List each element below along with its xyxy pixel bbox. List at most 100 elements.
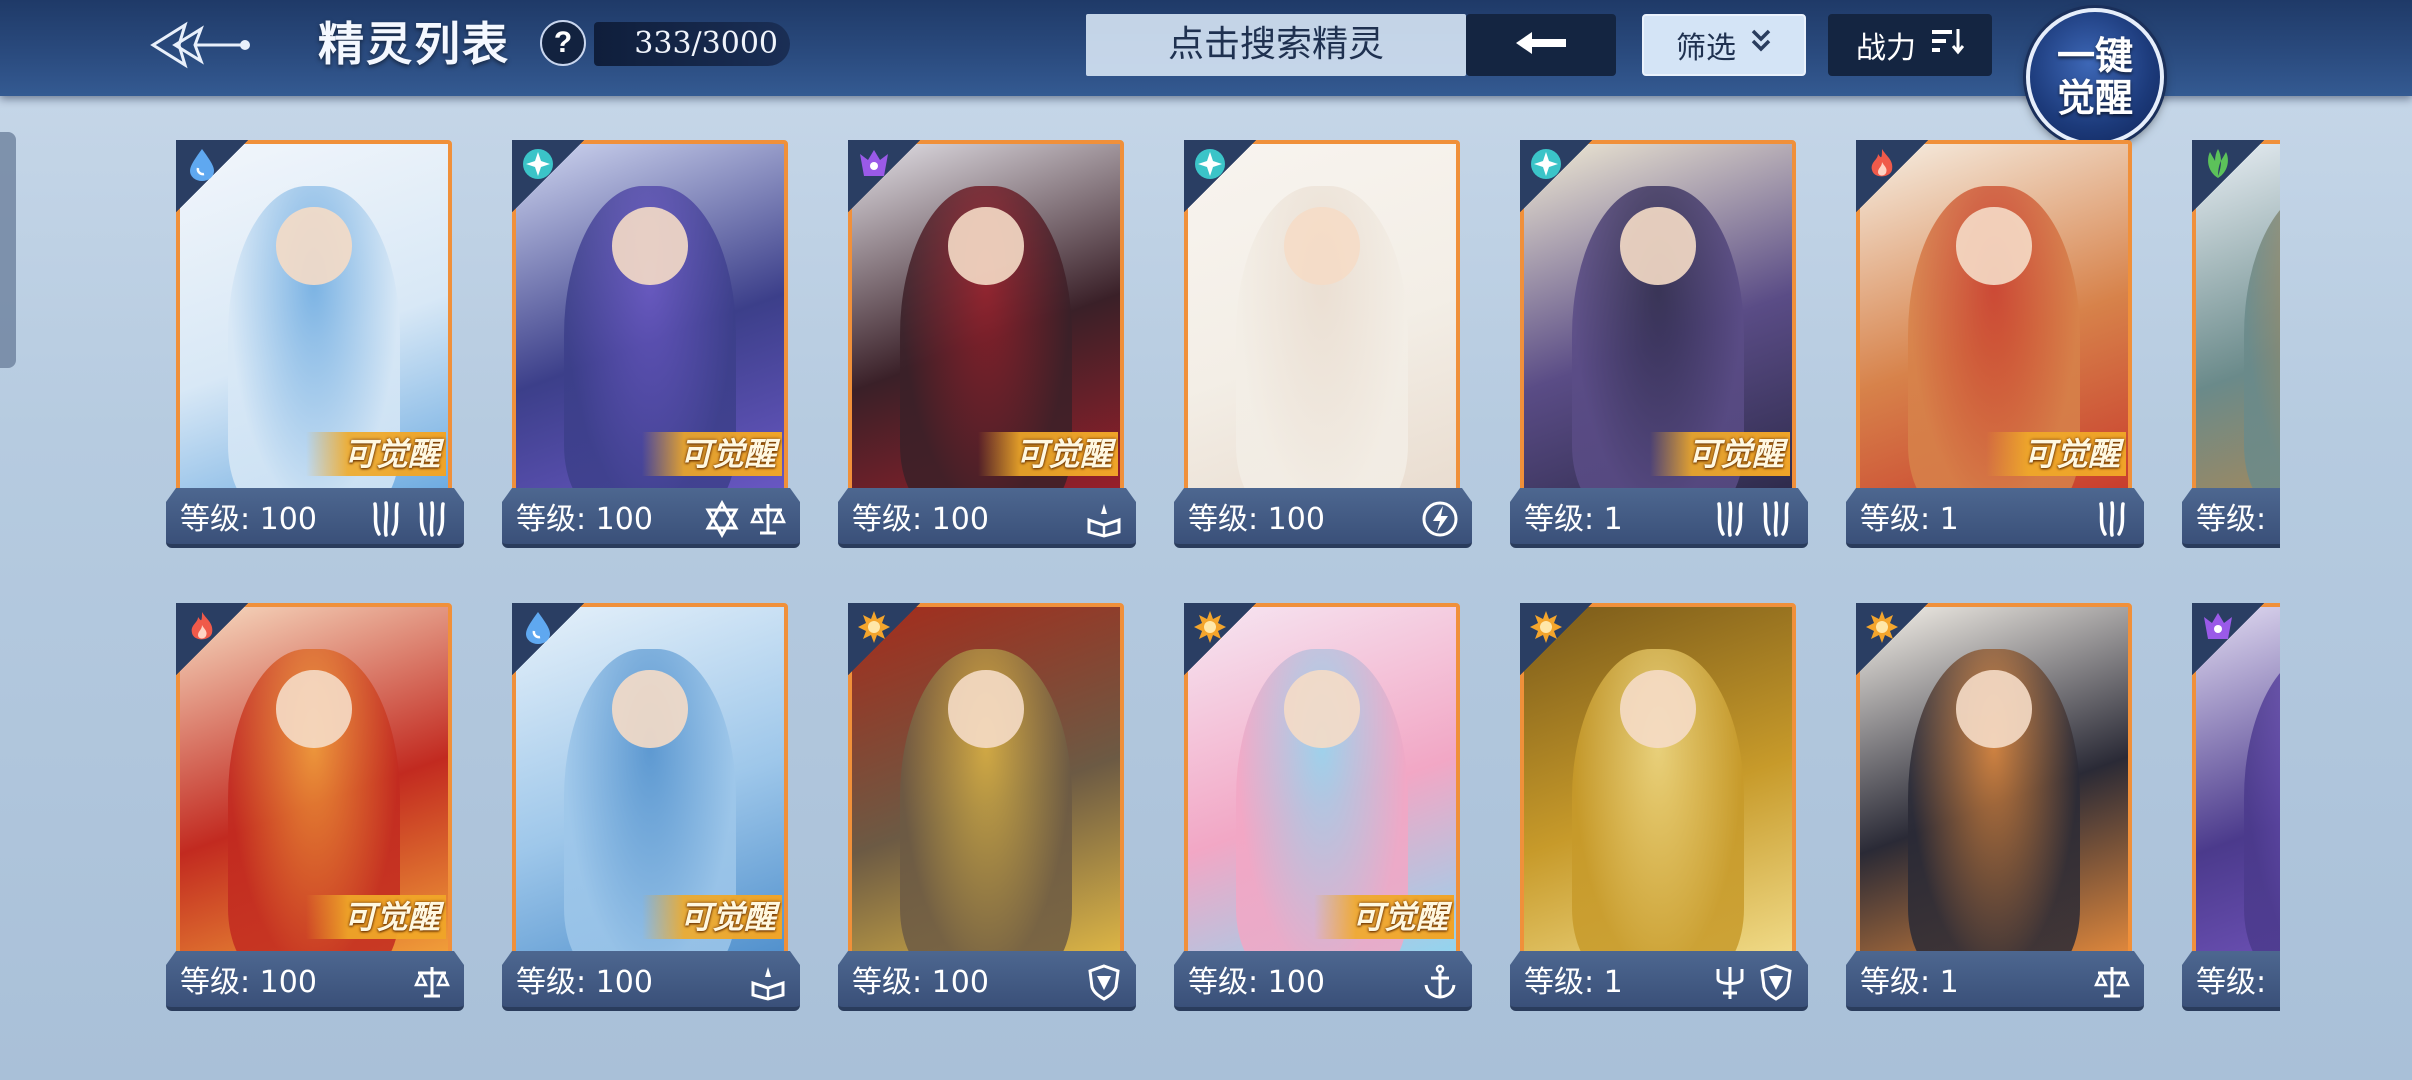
level-text: 等级: — [2196, 502, 2267, 537]
level-bar: 等级: 100 — [838, 951, 1136, 1011]
sprite-card[interactable]: 等级: 1 — [1840, 595, 2150, 1021]
role-icons — [1420, 961, 1460, 1003]
sprite-card[interactable]: 等级: — [2176, 595, 2280, 1021]
level-text: 等级: 100 — [180, 965, 317, 1000]
level-bar: 等级: 100 — [1174, 488, 1472, 548]
role-icons — [2092, 961, 2132, 1003]
sort-lines-icon — [1930, 27, 1965, 63]
sprite-card[interactable]: 等级: 100 — [1168, 132, 1478, 558]
sprite-card[interactable]: 可觉醒等级: 100 — [160, 595, 470, 1021]
side-drawer-handle[interactable] — [0, 132, 16, 368]
level-bar: 等级: 100 — [1174, 951, 1472, 1011]
level-text: 等级: 100 — [1188, 502, 1325, 537]
level-bar: 等级: 100 — [502, 951, 800, 1011]
search-submit-button[interactable] — [1466, 14, 1616, 76]
sprite-card[interactable]: 等级: 100 — [832, 595, 1142, 1021]
awaken-label-line1: 一键 — [2056, 33, 2133, 78]
sprite-card[interactable]: 可觉醒 等级: 100 — [496, 132, 806, 558]
fire-element-icon — [182, 607, 222, 647]
sprite-card[interactable]: 可觉醒等级: 100 — [1168, 595, 1478, 1021]
help-button[interactable]: ? — [540, 20, 586, 66]
dark-element-icon — [854, 144, 894, 184]
level-bar: 等级: — [2182, 951, 2280, 1011]
sprite-card[interactable]: 等级: — [2176, 132, 2280, 558]
sort-power-button[interactable]: 战力 — [1828, 14, 1992, 76]
book-icon — [1084, 499, 1124, 539]
sprite-card[interactable]: 可觉醒 等级: 1 — [1504, 132, 1814, 558]
level-bar: 等级: 100 — [838, 488, 1136, 548]
level-text: 等级: — [2196, 965, 2267, 1000]
role-icons — [366, 498, 452, 540]
claw-icon — [1756, 499, 1796, 539]
ornate-back-icon — [145, 17, 255, 78]
filter-button[interactable]: 筛选 — [1642, 14, 1806, 76]
double-chevron-down-icon — [1750, 28, 1772, 62]
shield-icon — [1756, 962, 1796, 1002]
element-badge — [2192, 603, 2264, 675]
level-text: 等级: 100 — [516, 502, 653, 537]
element-badge — [848, 140, 920, 212]
level-text: 等级: 1 — [1524, 965, 1623, 1000]
lightning-icon — [1420, 499, 1460, 539]
light-star-element-icon — [518, 144, 558, 184]
sprite-card-grid: 可觉醒 等级: 100 可觉醒 等级: 100 可觉醒 等级: 100 等级: 100… — [160, 132, 2280, 1032]
element-badge — [176, 603, 248, 675]
role-icons — [2092, 498, 2132, 540]
search-input[interactable]: 点击搜索精灵 — [1086, 14, 1466, 76]
sprite-card[interactable]: 可觉醒等级: 100 — [496, 595, 806, 1021]
level-text: 等级: 100 — [852, 502, 989, 537]
sun-element-icon — [1526, 607, 1566, 647]
water-element-icon — [518, 607, 558, 647]
claw-icon — [1710, 499, 1750, 539]
light-star-element-icon — [1526, 144, 1566, 184]
top-bar: 精灵列表 ? 333/3000 点击搜索精灵 筛选 战力 一键 觉醒 — [0, 0, 2412, 146]
sprite-card[interactable]: 可觉醒 等级: 100 — [160, 132, 470, 558]
awakenable-tag: 可觉醒 — [1314, 895, 1454, 939]
role-icons — [1084, 498, 1124, 540]
role-icons — [412, 961, 452, 1003]
sprite-card[interactable]: 可觉醒等级: 100 — [832, 132, 1142, 558]
sprite-card[interactable]: 等级: 1 — [1504, 595, 1814, 1021]
scales-icon — [748, 499, 788, 539]
fire-element-icon — [1862, 144, 1902, 184]
element-badge — [1520, 140, 1592, 212]
arrow-left-icon — [1514, 28, 1568, 63]
page-title: 精灵列表 — [318, 17, 510, 71]
level-bar: 等级: 1 — [1846, 488, 2144, 548]
sprite-count: 333/3000 — [594, 22, 790, 66]
element-badge — [512, 140, 584, 212]
hexagram-icon — [702, 499, 742, 539]
claw-icon — [2092, 499, 2132, 539]
level-bar: 等级: 1 — [1846, 951, 2144, 1011]
awakenable-tag: 可觉醒 — [978, 432, 1118, 476]
element-badge — [1184, 603, 1256, 675]
one-click-awaken-button[interactable]: 一键 觉醒 — [2026, 8, 2164, 146]
awakenable-tag: 可觉醒 — [306, 895, 446, 939]
level-text: 等级: 1 — [1860, 502, 1959, 537]
element-badge — [1184, 140, 1256, 212]
grass-element-icon — [2198, 144, 2238, 184]
awaken-label-line2: 觉醒 — [2056, 75, 2133, 120]
claw-icon — [366, 499, 406, 539]
level-text: 等级: 1 — [1524, 502, 1623, 537]
sprite-card[interactable]: 可觉醒 等级: 1 — [1840, 132, 2150, 558]
book-icon — [748, 962, 788, 1002]
filter-label: 筛选 — [1676, 32, 1736, 65]
element-badge — [1520, 603, 1592, 675]
role-icons — [702, 498, 788, 540]
back-button[interactable] — [140, 14, 260, 80]
sun-element-icon — [1862, 607, 1902, 647]
sun-element-icon — [854, 607, 894, 647]
element-badge — [1856, 140, 1928, 212]
role-icons — [1420, 498, 1460, 540]
awakenable-tag: 可觉醒 — [642, 895, 782, 939]
element-badge — [176, 140, 248, 212]
light-star-element-icon — [1190, 144, 1230, 184]
level-text: 等级: 100 — [180, 502, 317, 537]
role-icons — [1084, 961, 1124, 1003]
role-icons — [1710, 961, 1796, 1003]
level-bar: 等级: — [2182, 488, 2280, 548]
awakenable-tag: 可觉醒 — [1650, 432, 1790, 476]
sun-element-icon — [1190, 607, 1230, 647]
level-bar: 等级: 100 — [166, 951, 464, 1011]
